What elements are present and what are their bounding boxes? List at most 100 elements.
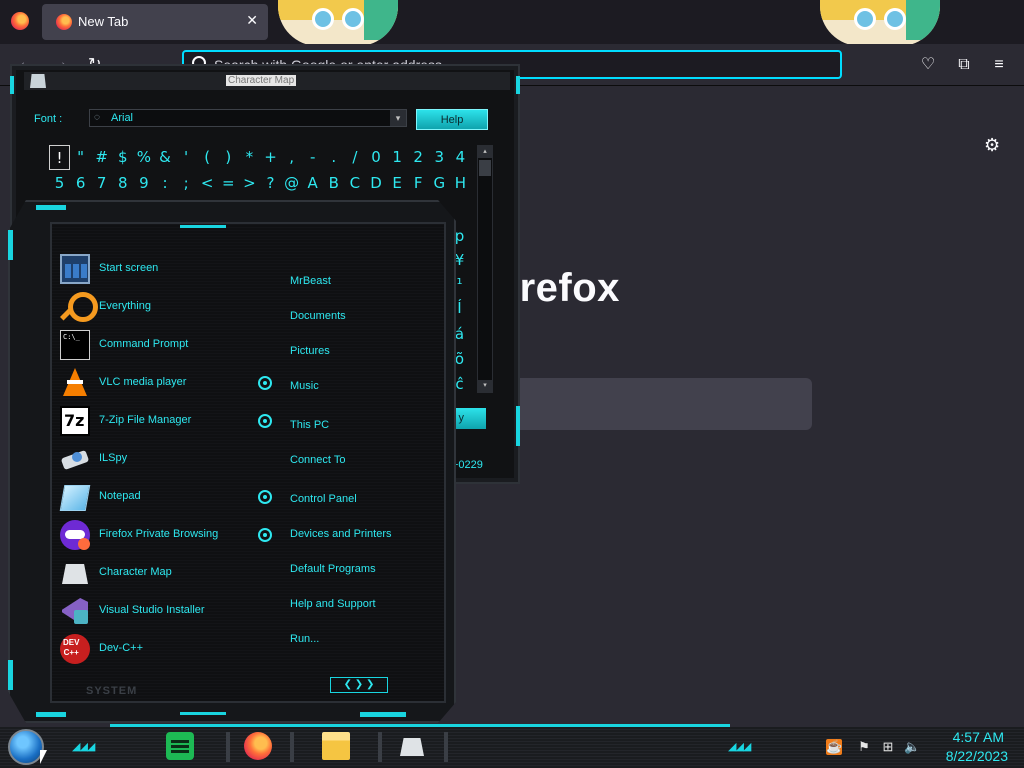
- character-cell[interactable]: 1: [387, 145, 408, 170]
- clock-time[interactable]: 4:57 AM: [940, 729, 1004, 745]
- start-menu-program[interactable]: VLC media player: [60, 366, 280, 400]
- character-cell[interactable]: :: [155, 171, 176, 196]
- character-cell[interactable]: 7: [91, 171, 112, 196]
- ribbon-shape: [364, 0, 398, 40]
- start-menu-place-link[interactable]: Control Panel: [290, 493, 357, 505]
- chevron-down-icon[interactable]: ▾: [390, 110, 406, 126]
- character-cell[interactable]: &: [155, 145, 176, 170]
- tab-new-tab[interactable]: New Tab ✕: [42, 4, 268, 40]
- character-cell[interactable]: $: [112, 145, 133, 170]
- start-menu-place-link[interactable]: Run...: [290, 633, 319, 645]
- taskbar-app-file-explorer[interactable]: [310, 730, 362, 764]
- taskbar-app-character-map[interactable]: [386, 730, 438, 764]
- character-cell[interactable]: D: [366, 171, 387, 196]
- start-menu-place-link[interactable]: Default Programs: [290, 563, 376, 575]
- character-cell[interactable]: >: [239, 171, 260, 196]
- all-programs-button[interactable]: ❮ ❯ ❯: [330, 677, 388, 693]
- start-menu-program[interactable]: Start screen: [60, 252, 280, 286]
- firefox-icon[interactable]: [11, 12, 29, 30]
- character-cell[interactable]: @: [281, 171, 302, 196]
- character-cell[interactable]: .: [323, 145, 344, 170]
- character-cell[interactable]: 5: [49, 171, 70, 196]
- pin-marker-icon[interactable]: [258, 490, 272, 504]
- character-cell[interactable]: 6: [70, 171, 91, 196]
- character-cell[interactable]: A: [302, 171, 323, 196]
- character-cell[interactable]: G: [429, 171, 450, 196]
- character-cell[interactable]: -: [302, 145, 323, 170]
- character-cell[interactable]: ,: [281, 145, 302, 170]
- extensions-icon[interactable]: ⧉: [955, 56, 973, 74]
- scrollbar-thumb[interactable]: [479, 160, 491, 176]
- start-menu-program[interactable]: Everything: [60, 290, 280, 324]
- help-button[interactable]: Help: [416, 109, 488, 130]
- pin-marker-icon[interactable]: [258, 528, 272, 542]
- system-label: SYSTEM: [86, 685, 138, 697]
- start-menu-place-link[interactable]: This PC: [290, 419, 329, 431]
- start-menu-place-link[interactable]: Music: [290, 380, 319, 392]
- pocket-icon[interactable]: ♡: [919, 56, 937, 74]
- taskbar-app-spotify[interactable]: [154, 730, 206, 764]
- character-cell[interactable]: 3: [429, 145, 450, 170]
- start-menu-program[interactable]: Notepad: [60, 480, 280, 514]
- tab-title: New Tab: [78, 14, 129, 29]
- start-menu-place-link[interactable]: Connect To: [290, 454, 345, 466]
- menu-icon[interactable]: ≡: [990, 56, 1008, 74]
- start-menu-place-link[interactable]: Documents: [290, 310, 346, 322]
- character-cell[interactable]: 2: [408, 145, 429, 170]
- character-cell[interactable]: %: [133, 145, 154, 170]
- character-cell[interactable]: ;: [176, 171, 197, 196]
- character-cell[interactable]: *: [239, 145, 260, 170]
- character-cell[interactable]: !: [49, 145, 70, 170]
- start-menu-place-link[interactable]: Devices and Printers: [290, 528, 392, 540]
- start-menu-place-link[interactable]: Help and Support: [290, 598, 376, 610]
- clock-date[interactable]: 8/22/2023: [930, 748, 1008, 764]
- start-menu-place-link[interactable]: Pictures: [290, 345, 330, 357]
- character-cell[interactable]: 4: [450, 145, 471, 170]
- scroll-up-icon[interactable]: ▴: [478, 146, 492, 158]
- java-icon[interactable]: ☕: [826, 739, 842, 755]
- start-menu-program[interactable]: Character Map: [60, 556, 280, 590]
- start-button[interactable]: [8, 729, 44, 765]
- character-cell[interactable]: ": [70, 145, 91, 170]
- start-menu-place-link[interactable]: MrBeast: [290, 275, 331, 287]
- pin-marker-icon[interactable]: [258, 376, 272, 390]
- character-cell[interactable]: ): [218, 145, 239, 170]
- scrollbar[interactable]: ▴ ▾: [477, 145, 493, 393]
- character-cell[interactable]: F: [408, 171, 429, 196]
- start-menu-program[interactable]: Visual Studio Installer: [60, 594, 280, 628]
- start-screen-icon: [60, 254, 90, 284]
- start-menu-program[interactable]: ILSpy: [60, 442, 280, 476]
- volume-icon[interactable]: 🔈: [904, 739, 920, 755]
- character-cell[interactable]: 9: [133, 171, 154, 196]
- character-cell[interactable]: +: [260, 145, 281, 170]
- start-menu-program[interactable]: Firefox Private Browsing: [60, 518, 280, 552]
- character-cell[interactable]: C: [344, 171, 365, 196]
- pin-marker-icon[interactable]: [258, 414, 272, 428]
- character-cell[interactable]: =: [218, 171, 239, 196]
- taskbar-app-firefox[interactable]: [232, 730, 284, 764]
- network-icon[interactable]: ⊞: [880, 739, 896, 755]
- flag-icon[interactable]: ⚑: [856, 739, 872, 755]
- character-cell[interactable]: 0: [366, 145, 387, 170]
- scroll-down-icon[interactable]: ▾: [478, 380, 492, 392]
- program-label: Character Map: [99, 566, 172, 578]
- start-menu-program[interactable]: Dev-C++: [60, 632, 280, 666]
- start-menu-program[interactable]: 7-Zip File Manager: [60, 404, 280, 438]
- character-cell[interactable]: (: [197, 145, 218, 170]
- font-select[interactable]: ◌ Arial ▾: [89, 109, 407, 127]
- close-icon[interactable]: ✕: [246, 12, 258, 29]
- character-cell[interactable]: 8: [112, 171, 133, 196]
- character-cell[interactable]: #: [91, 145, 112, 170]
- new-tab-search-box[interactable]: [470, 378, 812, 430]
- gear-icon[interactable]: ⚙: [984, 135, 1000, 156]
- character-cell[interactable]: ?: [260, 171, 281, 196]
- character-cell[interactable]: H: [450, 171, 471, 196]
- character-cell[interactable]: B: [323, 171, 344, 196]
- character-cell[interactable]: ': [176, 145, 197, 170]
- menu-accent: [180, 712, 226, 715]
- start-menu-program[interactable]: Command Prompt: [60, 328, 280, 362]
- character-cell[interactable]: /: [344, 145, 365, 170]
- character-cell[interactable]: <: [197, 171, 218, 196]
- anime-character-decoration: [278, 0, 398, 46]
- character-cell[interactable]: E: [387, 171, 408, 196]
